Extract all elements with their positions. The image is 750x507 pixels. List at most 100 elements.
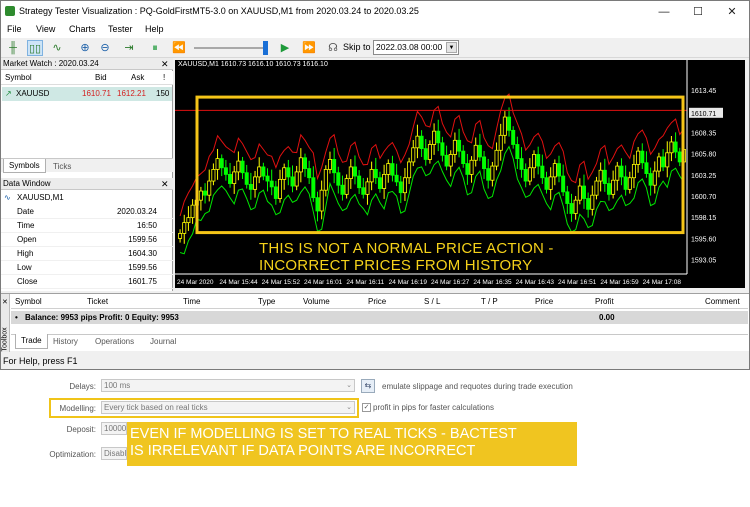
col-spread[interactable]: ! [163, 71, 165, 85]
speed-slider-track[interactable] [194, 47, 266, 49]
optimization-select[interactable]: Disable [101, 447, 127, 460]
candle-body [265, 175, 270, 182]
price-label: 1610.71 [691, 111, 716, 118]
candle-body [182, 222, 187, 234]
tab-history[interactable]: History [53, 335, 78, 349]
balance-row[interactable]: • Balance: 9953 pips Profit: 0 Equity: 9… [11, 311, 748, 324]
candle-body [527, 167, 532, 182]
candle-body [477, 144, 482, 158]
col-bid[interactable]: Bid [95, 71, 107, 85]
col-price[interactable]: Price [368, 294, 386, 309]
price-chart[interactable]: 1613.45 1610.71 1608.35 1605.80 1603.25 1600.… [175, 60, 745, 288]
bar-chart-icon[interactable]: ╫ [5, 40, 21, 56]
market-watch-close-icon[interactable]: ✕ [161, 58, 169, 70]
col-volume[interactable]: Volume [303, 294, 330, 309]
zoom-in-icon[interactable]: ⊕ [77, 40, 93, 56]
market-watch-row[interactable]: ↗ XAUUSD 1610.71 1612.21 150 [2, 87, 172, 101]
autoscroll-icon[interactable]: ⇥ [121, 40, 137, 56]
terminal-header: Symbol Ticket Time Type Volume Price S /… [11, 294, 748, 309]
col-symbol[interactable]: Symbol [5, 71, 32, 85]
candle-body [411, 147, 416, 163]
menu-view[interactable]: View [36, 24, 55, 34]
candle-body [611, 179, 616, 195]
zoom-out-icon[interactable]: ⊖ [97, 40, 113, 56]
modelling-select[interactable]: Every tick based on real ticks ⌄ [101, 401, 355, 414]
col-profit[interactable]: Profit [595, 294, 614, 309]
time-label: 24 Mar 15:52 [262, 279, 301, 286]
upper-band-line [179, 93, 685, 217]
slippage-settings-icon[interactable]: ⇆ [361, 379, 375, 393]
rewind-icon[interactable]: ⏪ [171, 40, 187, 56]
candle-body [240, 160, 245, 174]
skip-date-picker[interactable]: 2022.03.08 00:00 ▼ [373, 40, 459, 55]
toolbar: ╫ ▯▯ ∿ ⊕ ⊖ ⇥ ⏸ ⏪ ▶ ⏩ ☊ Skip to 2022.03.0… [1, 38, 749, 58]
time-label: 24 Mar 16:27 [431, 279, 470, 286]
tab-operations[interactable]: Operations [95, 335, 134, 349]
play-icon[interactable]: ▶ [277, 40, 293, 56]
col-tp[interactable]: T / P [481, 294, 498, 309]
candle-body [323, 169, 328, 191]
col-time[interactable]: Time [183, 294, 200, 309]
candle-body [636, 150, 641, 165]
candle-body [469, 159, 474, 175]
tab-symbols[interactable]: Symbols [3, 159, 46, 173]
row-bid: 1610.71 [82, 89, 111, 98]
candle-body [373, 169, 378, 179]
toolbox-strip: ✕ Toolbox [1, 294, 10, 352]
time-label: 24 Mar 17:08 [643, 279, 682, 286]
time-label: 24 Mar 16:35 [473, 279, 512, 286]
candle-body [644, 162, 649, 174]
tab-journal[interactable]: Journal [150, 335, 176, 349]
pause-icon[interactable]: ⏸ [147, 40, 163, 56]
candle-body [631, 164, 636, 179]
col-sl[interactable]: S / L [424, 294, 440, 309]
maximize-icon[interactable]: ☐ [681, 1, 715, 23]
deposit-input[interactable]: 10000 [101, 422, 127, 435]
headphones-icon: ☊ [328, 42, 338, 54]
speed-slider-handle[interactable] [263, 41, 268, 55]
balance-text: Balance: 9953 pips Profit: 0 Equity: 995… [25, 313, 179, 322]
col-comment[interactable]: Comment [705, 294, 740, 309]
candle-body [519, 158, 524, 170]
col-type[interactable]: Type [258, 294, 275, 309]
col-symbol[interactable]: Symbol [15, 294, 42, 309]
time-label: 24 Mar 16:19 [389, 279, 428, 286]
minimize-icon[interactable]: — [647, 1, 681, 23]
line-chart-icon[interactable]: ∿ [49, 40, 65, 56]
candlestick-icon[interactable]: ▯▯ [27, 40, 43, 56]
calendar-dropdown-icon[interactable]: ▼ [446, 42, 457, 53]
candle-body [577, 185, 582, 201]
data-window-close-icon[interactable]: ✕ [161, 178, 169, 190]
candle-body [677, 151, 682, 163]
left-pane: Market Watch : 2020.03.24 ✕ Symbol Bid A… [1, 58, 173, 291]
fast-forward-icon[interactable]: ⏩ [301, 40, 317, 56]
candle-body [615, 165, 620, 181]
menu-file[interactable]: File [7, 24, 22, 34]
toolbox-close-icon[interactable]: ✕ [2, 298, 8, 306]
profit-pips-checkbox[interactable]: ✓ [362, 403, 371, 412]
candle-body [269, 180, 274, 188]
row-spread: 150 [156, 89, 170, 98]
candle-body [357, 175, 362, 189]
col-ask[interactable]: Ask [131, 71, 144, 85]
delays-select[interactable]: 100 ms ⌄ [101, 379, 355, 392]
profit-value: 0.00 [599, 313, 615, 322]
skip-to-label: Skip to [343, 42, 371, 52]
candle-body [340, 184, 345, 195]
col-price-current[interactable]: Price [535, 294, 553, 309]
menu-charts[interactable]: Charts [69, 24, 96, 34]
col-ticket[interactable]: Ticket [87, 294, 108, 309]
candle-body [361, 187, 366, 195]
data-row-time: Time 16:50 [1, 219, 173, 233]
time-label: 24 Mar 16:59 [600, 279, 639, 286]
candle-body [561, 175, 566, 193]
menu-tester[interactable]: Tester [108, 24, 133, 34]
close-icon[interactable]: ✕ [715, 1, 749, 23]
tab-trade[interactable]: Trade [15, 334, 48, 349]
chevron-down-icon: ⌄ [346, 382, 352, 389]
tab-ticks[interactable]: Ticks [53, 160, 71, 173]
candle-body [261, 166, 266, 177]
candle-body [656, 156, 661, 172]
menu-help[interactable]: Help [145, 24, 164, 34]
candle-body [581, 185, 586, 199]
